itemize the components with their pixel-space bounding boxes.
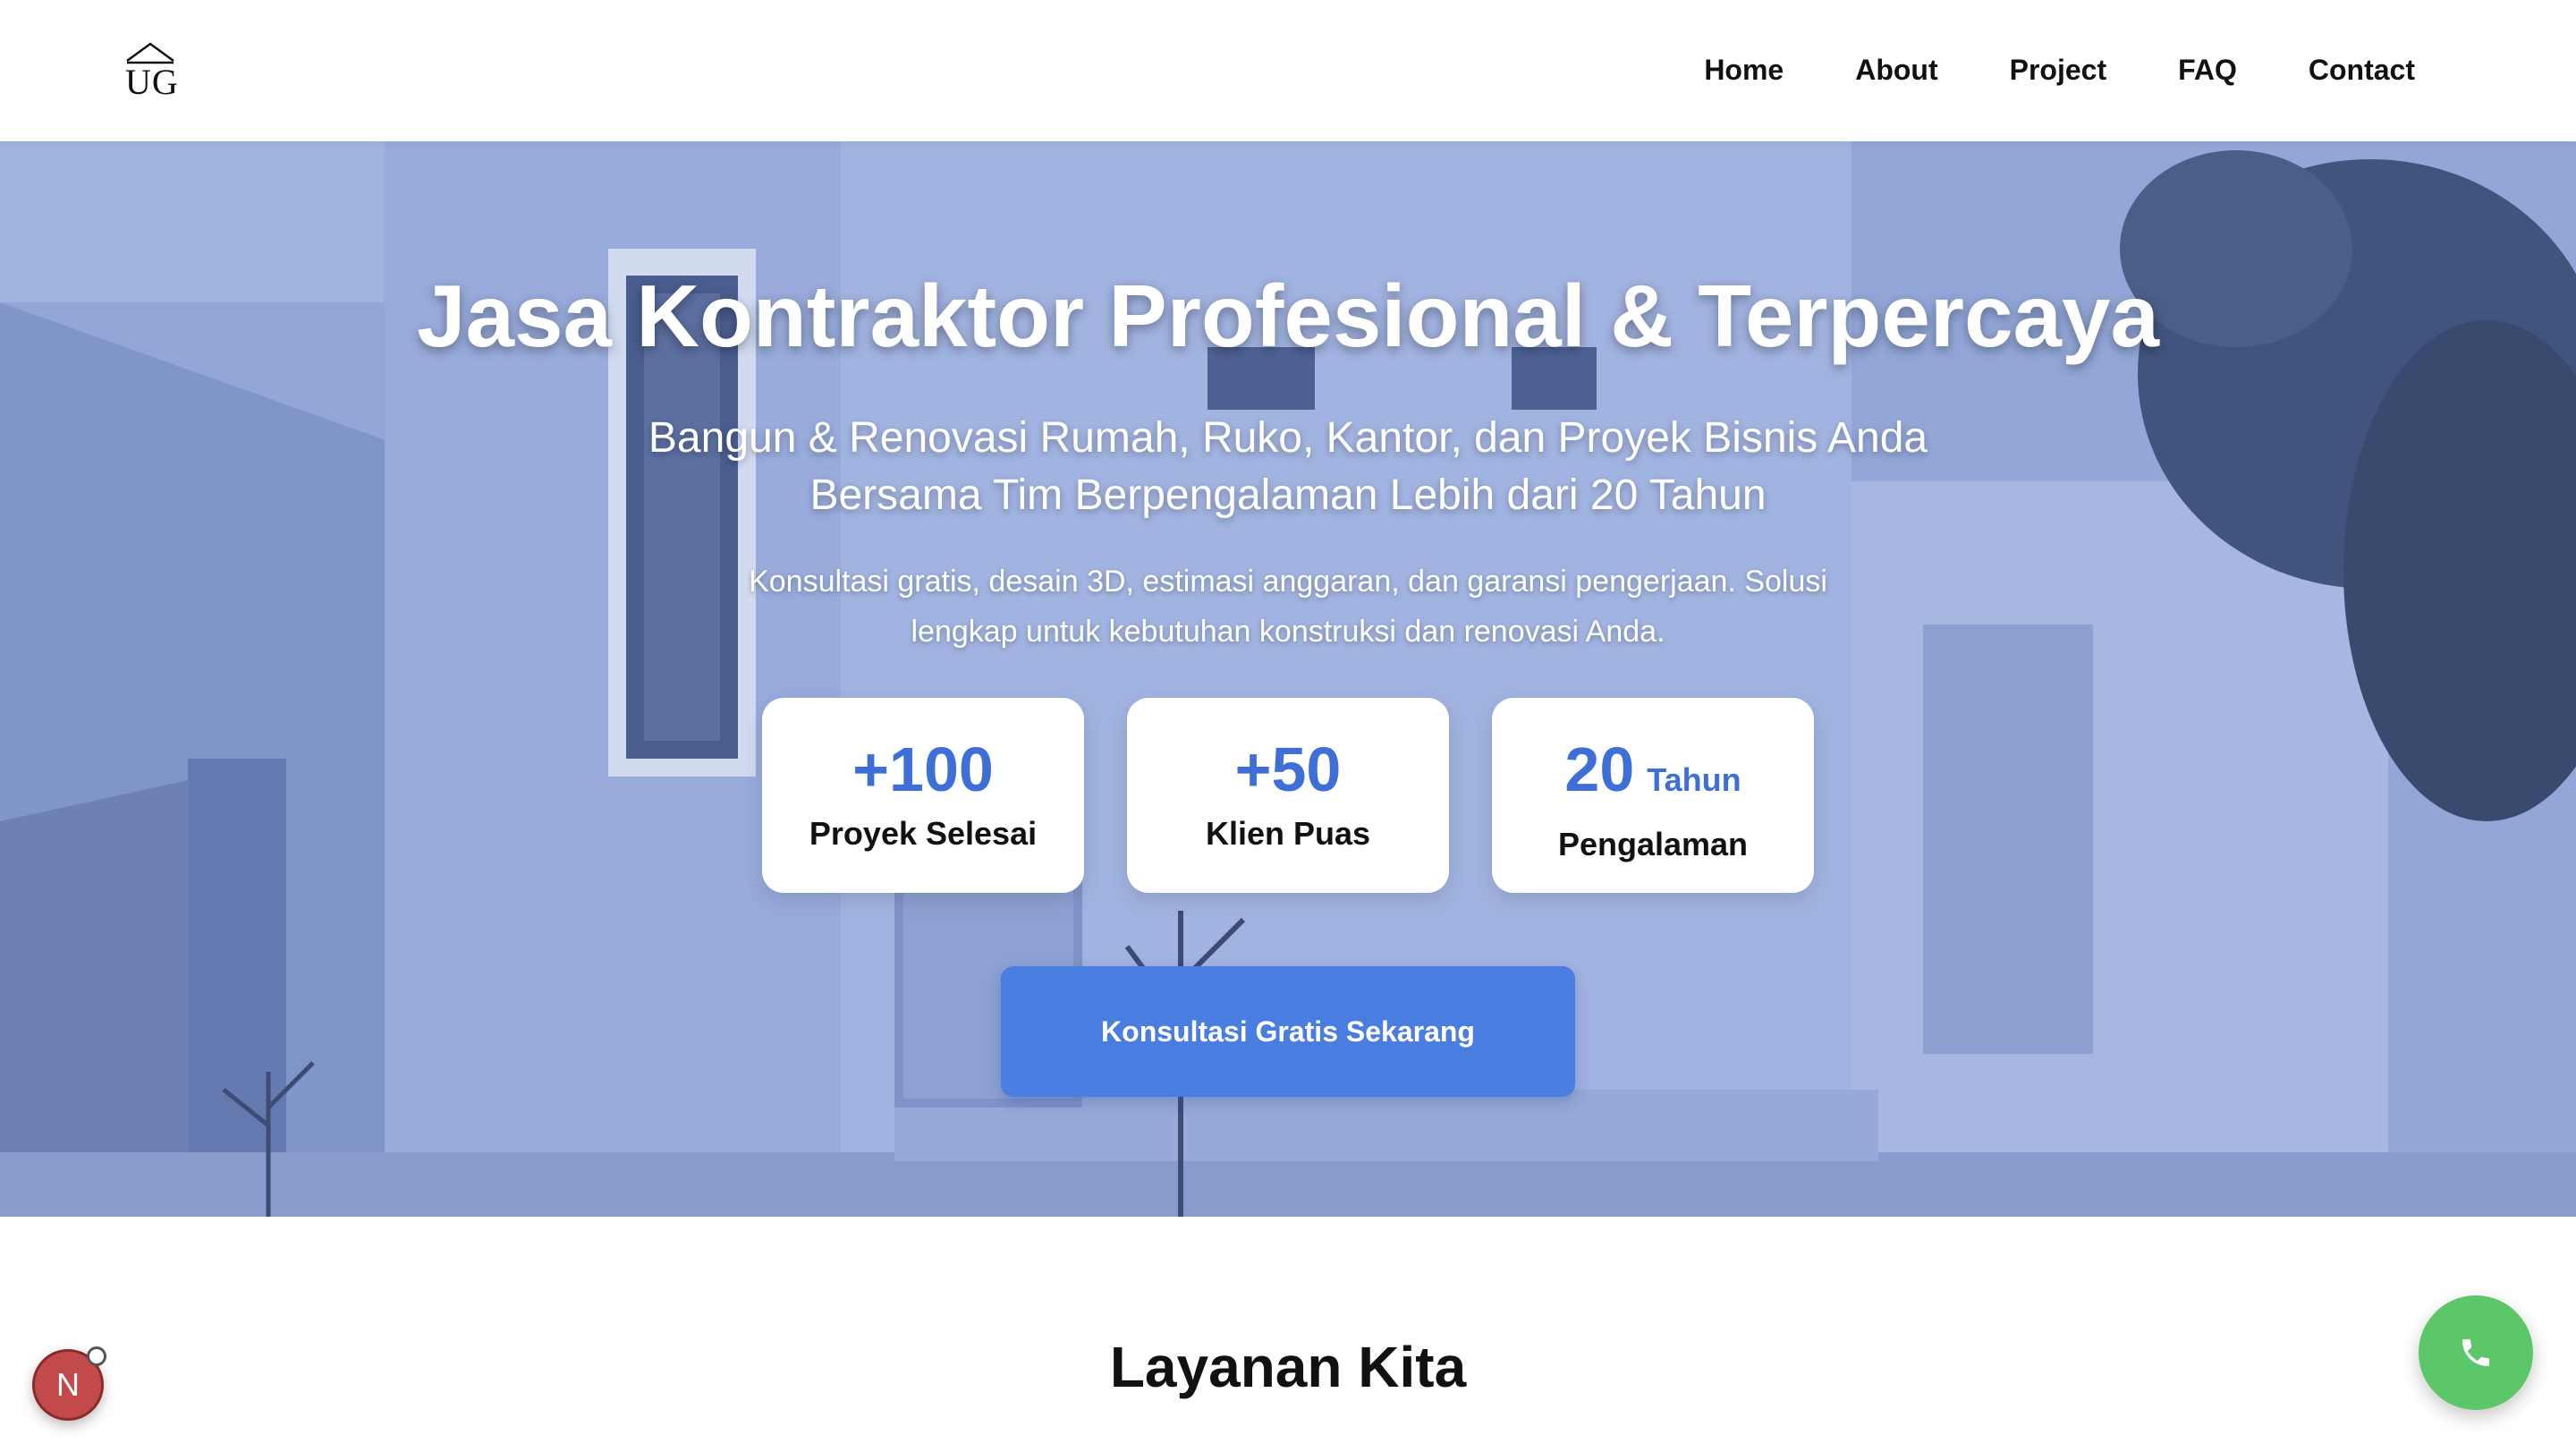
stat-value: 20 Tahun: [1492, 734, 1814, 816]
hero-subtitle: Bangun & Renovasi Rumah, Ruko, Kantor, d…: [572, 410, 2004, 524]
hero-subtitle-line-1: Bangun & Renovasi Rumah, Ruko, Kantor, d…: [648, 414, 1928, 462]
site-header: UG Home About Project FAQ Contact: [0, 0, 2576, 141]
consultation-cta-button[interactable]: Konsultasi Gratis Sekarang: [1001, 966, 1575, 1097]
stat-number: 20: [1564, 734, 1635, 804]
notification-dot: [87, 1346, 106, 1366]
nav-project[interactable]: Project: [2010, 50, 2106, 89]
dev-badge-letter: N: [56, 1366, 80, 1403]
stat-number: +50: [1234, 734, 1342, 804]
stat-card-clients: +50 Klien Puas: [1127, 698, 1449, 893]
services-section: Layanan Kita: [0, 1217, 2576, 1452]
services-title: Layanan Kita: [1109, 1335, 1467, 1399]
stat-label: Klien Puas: [1205, 815, 1371, 852]
nav-about[interactable]: About: [1855, 50, 1937, 89]
stat-label: Pengalaman: [1557, 826, 1749, 862]
nav-home[interactable]: Home: [1704, 50, 1784, 89]
logo-text: UG: [125, 62, 179, 102]
stat-label: Proyek Selesai: [809, 815, 1038, 852]
main-nav: Home About Project FAQ Contact: [1704, 50, 2415, 89]
stat-number: +100: [852, 734, 994, 804]
hero-title: Jasa Kontraktor Profesional & Terpercaya: [416, 267, 2160, 365]
nav-contact[interactable]: Contact: [2309, 50, 2415, 89]
hero-section: Jasa Kontraktor Profesional & Terpercaya…: [0, 141, 2576, 1217]
stats-row: +100 Proyek Selesai +50 Klien Puas 20 Tah…: [762, 698, 1814, 893]
stat-card-experience: 20 Tahun Pengalaman: [1492, 698, 1814, 893]
hero-subtitle-line-2: Bersama Tim Berpengalaman Lebih dari 20 …: [809, 471, 1767, 519]
phone-icon: [2462, 1339, 2489, 1366]
stat-unit: Tahun: [1647, 761, 1741, 798]
hero-description: Konsultasi gratis, desain 3D, estimasi a…: [749, 565, 1827, 649]
hero-content: Jasa Kontraktor Profesional & Terpercaya…: [0, 141, 2576, 1217]
dev-tools-badge[interactable]: N: [32, 1346, 106, 1421]
stat-value: +50: [1127, 734, 1449, 805]
stat-card-projects: +100 Proyek Selesai: [762, 698, 1084, 893]
stat-value: +100: [762, 734, 1084, 805]
call-button[interactable]: [2419, 1295, 2533, 1410]
site-logo[interactable]: UG: [123, 41, 179, 102]
nav-faq[interactable]: FAQ: [2178, 50, 2237, 89]
